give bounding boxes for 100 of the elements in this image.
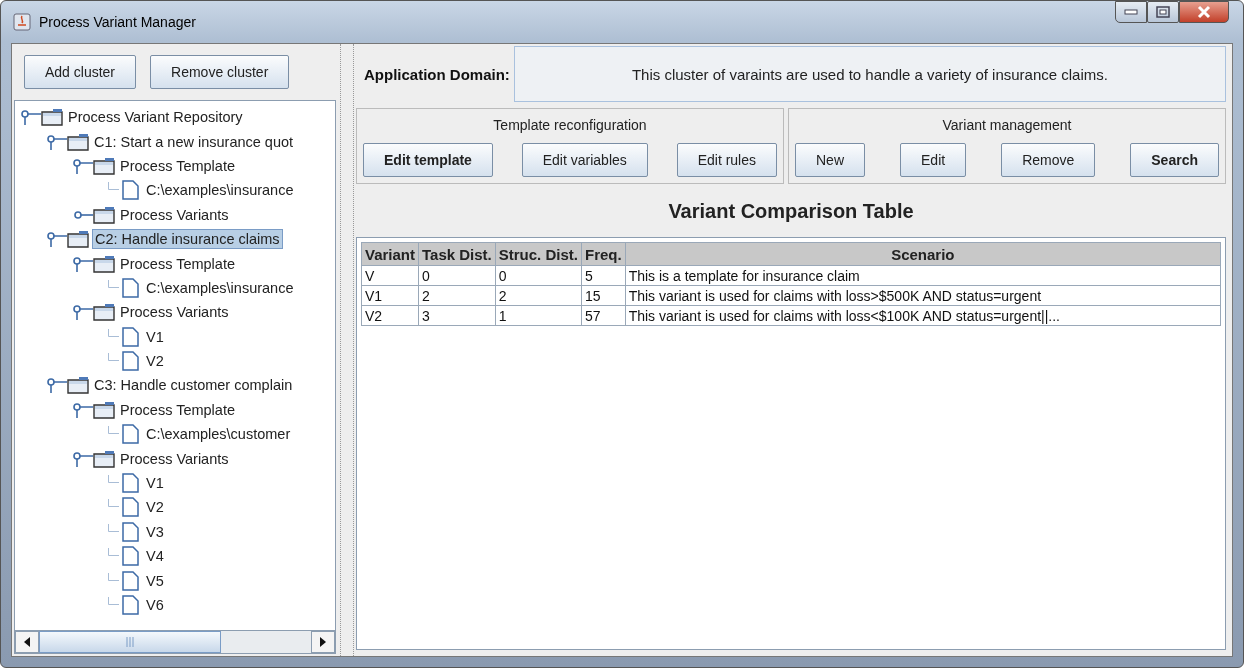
- column-header[interactable]: Variant: [361, 242, 419, 266]
- action-button[interactable]: Edit: [900, 143, 967, 177]
- close-button[interactable]: [1179, 1, 1229, 23]
- file-icon: [119, 521, 141, 542]
- folder-icon: [93, 204, 115, 225]
- file-icon: [119, 546, 141, 567]
- table-cell: This variant is used for claims with loss>$500K AND status=urgent: [625, 285, 1221, 306]
- folder-icon: [93, 155, 115, 176]
- table-cell: This is a template for insurance claim: [625, 265, 1221, 286]
- table-cell: 3: [418, 305, 496, 326]
- file-icon: [119, 473, 141, 494]
- folder-icon: [93, 253, 115, 274]
- tree-item[interactable]: Process Template: [118, 400, 237, 419]
- tree-line-icon: [108, 572, 119, 581]
- minimize-icon: [1124, 9, 1138, 15]
- tree-item[interactable]: V1: [144, 474, 166, 493]
- tree-item[interactable]: V4: [144, 547, 166, 566]
- file-icon: [119, 180, 141, 201]
- expanded-handle-icon[interactable]: [19, 109, 41, 126]
- tree-item[interactable]: C1: Start a new insurance quot: [92, 132, 296, 151]
- expanded-handle-icon[interactable]: [45, 133, 67, 150]
- expanded-handle-icon[interactable]: [45, 377, 67, 394]
- cluster-button[interactable]: Add cluster: [24, 55, 137, 89]
- right-arrow-icon: [319, 637, 327, 647]
- expanded-handle-icon[interactable]: [45, 231, 67, 248]
- action-button[interactable]: Edit rules: [676, 143, 777, 177]
- scroll-right-button[interactable]: [311, 631, 335, 653]
- grip-icon: [125, 637, 135, 647]
- window-title: Process Variant Manager: [39, 14, 197, 30]
- horizontal-scrollbar[interactable]: [15, 630, 335, 653]
- table-cell: 0: [418, 265, 496, 286]
- expanded-handle-icon[interactable]: [71, 401, 93, 418]
- file-icon: [119, 595, 141, 615]
- tree-item[interactable]: V5: [144, 571, 166, 590]
- tree-line-icon: [108, 279, 119, 288]
- folder-icon: [93, 399, 115, 420]
- tree-line-icon: [108, 499, 119, 508]
- action-button[interactable]: Edit template: [363, 143, 493, 177]
- tree-item[interactable]: C2: Handle insurance claims: [92, 229, 283, 250]
- action-button[interactable]: Search: [1130, 143, 1219, 177]
- table-cell: 2: [495, 285, 582, 306]
- tree-item[interactable]: C:\examples\insurance: [144, 278, 296, 297]
- column-header[interactable]: Scenario: [625, 242, 1221, 266]
- tree-line-icon: [108, 426, 119, 435]
- folder-icon: [93, 448, 115, 469]
- tree-item[interactable]: V2: [144, 498, 166, 517]
- domain-field[interactable]: This cluster of varaints are used to handle a variety of insurance claims.: [513, 46, 1226, 102]
- table-cell: This variant is used for claims with loss<$100K AND status=urgent||...: [625, 305, 1221, 326]
- file-icon: [119, 497, 141, 518]
- left-arrow-icon: [23, 637, 31, 647]
- table-cell: 57: [581, 305, 626, 326]
- scroll-left-button[interactable]: [15, 631, 39, 653]
- table-cell: 5: [581, 265, 626, 286]
- tree-line-icon: [108, 475, 119, 484]
- expanded-handle-icon[interactable]: [71, 450, 93, 467]
- maximize-button[interactable]: [1147, 1, 1179, 23]
- file-icon: [119, 326, 141, 347]
- tree-item[interactable]: C3: Handle customer complain: [92, 376, 295, 395]
- minimize-button[interactable]: [1115, 1, 1147, 23]
- action-button[interactable]: Remove: [1001, 143, 1096, 177]
- tree-item[interactable]: Process Template: [118, 156, 237, 175]
- tree-line-icon: [108, 182, 119, 191]
- column-header[interactable]: Struc. Dist.: [495, 242, 582, 266]
- folder-icon: [67, 131, 89, 152]
- tree-item[interactable]: C:\examples\insurance: [144, 181, 296, 200]
- cluster-button[interactable]: Remove cluster: [150, 55, 290, 89]
- column-header[interactable]: Task Dist.: [418, 242, 496, 266]
- column-header[interactable]: Freq.: [581, 242, 626, 266]
- tree-item[interactable]: Process Variants: [118, 449, 231, 468]
- folder-icon: [41, 107, 63, 128]
- folder-icon: [67, 375, 89, 396]
- tree-line-icon: [108, 548, 119, 557]
- tree-item[interactable]: V1: [144, 327, 166, 346]
- expanded-handle-icon[interactable]: [71, 304, 93, 321]
- table-cell: 1: [495, 305, 582, 326]
- tree-item[interactable]: V2: [144, 352, 166, 371]
- tree-line-icon: [108, 597, 119, 605]
- tree-item[interactable]: C:\examples\customer: [144, 425, 293, 444]
- group-title: Variant management: [942, 117, 1072, 133]
- folder-icon: [67, 229, 89, 250]
- action-button[interactable]: Edit variables: [521, 143, 648, 177]
- tree-item[interactable]: Process Variants: [118, 303, 231, 322]
- action-button[interactable]: New: [795, 143, 865, 177]
- table-cell: 0: [495, 265, 582, 286]
- tree-item[interactable]: Process Variants: [118, 205, 231, 224]
- tree-item[interactable]: V6: [144, 596, 166, 614]
- expanded-handle-icon[interactable]: [71, 255, 93, 272]
- table-cell: 15: [581, 285, 626, 306]
- scroll-thumb[interactable]: [39, 631, 221, 653]
- tree-item[interactable]: Process Variant Repository: [66, 108, 245, 127]
- group-title: Template reconfiguration: [493, 117, 647, 133]
- expanded-handle-icon[interactable]: [71, 157, 93, 174]
- domain-label: Application Domain:: [363, 64, 511, 85]
- folder-icon: [93, 302, 115, 323]
- close-icon: [1196, 5, 1212, 19]
- file-icon: [119, 351, 141, 372]
- tree-item[interactable]: V3: [144, 522, 166, 541]
- file-icon: [119, 424, 141, 445]
- tree-item[interactable]: Process Template: [118, 254, 237, 273]
- tree-line-icon: [108, 523, 119, 532]
